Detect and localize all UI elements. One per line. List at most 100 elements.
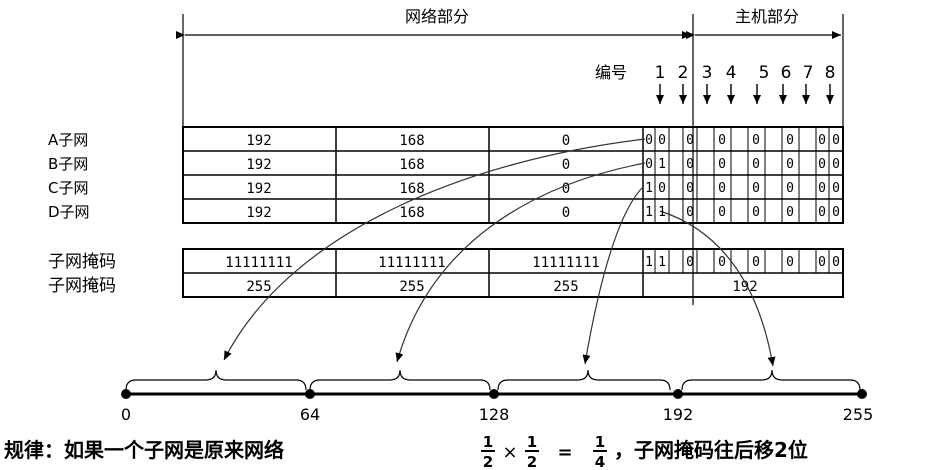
bit-cell: 0: [786, 205, 794, 220]
bit-number: 8: [825, 63, 836, 83]
bit-cell: 0: [718, 133, 726, 148]
equals-sign: =: [557, 442, 572, 463]
bit-cell: 0: [752, 133, 760, 148]
mapping-arrows: [223, 138, 776, 367]
bit-number: 4: [726, 63, 737, 83]
bit-number: 5: [759, 63, 770, 83]
range-braces: [125, 369, 861, 391]
bit-cell: 0: [786, 181, 794, 196]
bit-cell: 0: [818, 157, 826, 172]
subnet-table: [182, 126, 844, 224]
octet-cell: 0: [562, 181, 570, 197]
mask-bit-cell: 0: [686, 255, 694, 270]
octet-cell: 192: [246, 205, 271, 221]
times-sign: ×: [502, 442, 517, 463]
bit-cell: 0: [832, 133, 840, 148]
frac1-den: 2: [483, 453, 493, 470]
mask-decimal-octet: 255: [399, 279, 424, 295]
octet-cell: 168: [399, 133, 424, 149]
octet-cell: 168: [399, 181, 424, 197]
bit-cell: 0: [832, 157, 840, 172]
bit-cell: 0: [718, 205, 726, 220]
bit-cell: 0: [818, 181, 826, 196]
rule-suffix: ，子网掩码往后移2位: [614, 438, 808, 462]
tick-label: 128: [479, 405, 510, 424]
bit-cell: 0: [718, 157, 726, 172]
bit-cell: 1: [658, 205, 666, 220]
bit-cell: 0: [752, 181, 760, 196]
octet-cell: 0: [562, 133, 570, 149]
bit-cell: 0: [832, 181, 840, 196]
bit-number: 1: [655, 63, 666, 83]
frac2-den: 2: [527, 453, 537, 470]
numbering-bits: 1 2 3 4 5 6 7 8: [655, 63, 836, 83]
rule-text: 规律：如果一个子网是原来网络 1 2 × 1 2 = 1 4 ，子网掩码往后移2…: [4, 433, 808, 470]
mask-binary-octet: 11111111: [225, 255, 292, 271]
bit-number: 3: [702, 63, 713, 83]
mask-bit-cell: 0: [718, 255, 726, 270]
tick-label: 0: [121, 405, 131, 424]
down-arrows: [656, 84, 834, 104]
bit-cell: 0: [832, 205, 840, 220]
bit-cell: 0: [818, 205, 826, 220]
tick-label: 192: [663, 405, 694, 424]
bit-number: 6: [781, 63, 792, 83]
bit-cell: 0: [752, 157, 760, 172]
octet-cell: 192: [246, 133, 271, 149]
mask-bit-cell: 0: [832, 255, 840, 270]
frac3-den: 4: [595, 453, 605, 470]
mask-decimal-label: 子网掩码: [48, 276, 116, 296]
frac2-num: 1: [527, 433, 537, 451]
row-label: B子网: [48, 155, 88, 173]
bit-cell: 0: [686, 205, 694, 220]
octet-cell: 0: [562, 205, 570, 221]
bit-cell: 0: [645, 157, 653, 172]
row-label: A子网: [48, 131, 88, 149]
row-label: C子网: [48, 179, 88, 197]
bit-cell: 0: [686, 157, 694, 172]
octet-cell: 192: [246, 157, 271, 173]
tick-labels: 0 64 128 192 255: [121, 405, 873, 424]
mask-decimal-octet: 255: [246, 279, 271, 295]
mask-binary-label: 子网掩码: [48, 252, 116, 272]
tick-label: 64: [300, 405, 320, 424]
bit-cell: 0: [786, 157, 794, 172]
network-part-label: 网络部分: [405, 7, 469, 26]
octet-cell: 0: [562, 157, 570, 173]
frac1-num: 1: [483, 433, 493, 451]
rule-prefix: 规律：如果一个子网是原来网络: [4, 438, 284, 462]
subnet-diagram: 网络部分 主机部分 编号 1 2 3 4 5 6 7 8 A子网 192 168…: [4, 7, 873, 470]
host-part-label: 主机部分: [735, 7, 799, 26]
mask-bit-cell: 0: [818, 255, 826, 270]
number-line: [121, 389, 867, 399]
bit-cell: 0: [658, 133, 666, 148]
subnet-rows: A子网 192 168 0 B子网 192 168 0 C子网 192 168 …: [48, 131, 570, 221]
bit-cell: 0: [658, 181, 666, 196]
frac3-num: 1: [595, 433, 605, 451]
bit-cell: 0: [686, 181, 694, 196]
bit-number: 2: [678, 63, 689, 83]
octet-cell: 168: [399, 157, 424, 173]
octet-cell: 192: [246, 181, 271, 197]
numbering-label: 编号: [595, 63, 627, 82]
mask-bit-cell: 1: [645, 255, 653, 270]
bit-cell: 0: [752, 205, 760, 220]
bit-cell: 0: [718, 181, 726, 196]
mask-bit-cell: 1: [658, 255, 666, 270]
row-label: D子网: [48, 203, 90, 221]
bit-cell: 1: [645, 205, 653, 220]
mask-decimal-octet: 255: [553, 279, 578, 295]
bit-cell: 1: [645, 181, 653, 196]
bit-cell: 1: [658, 157, 666, 172]
bit-cell: 0: [686, 133, 694, 148]
bit-cell: 0: [645, 133, 653, 148]
bit-cell: 0: [786, 133, 794, 148]
mask-binary-octet: 11111111: [532, 255, 599, 271]
mask-binary-octet: 11111111: [378, 255, 445, 271]
bit-cell: 0: [818, 133, 826, 148]
tick-label: 255: [843, 405, 874, 424]
octet-cell: 168: [399, 205, 424, 221]
bit-number: 7: [803, 63, 814, 83]
mask-bit-cell: 0: [752, 255, 760, 270]
mask-bit-cell: 0: [786, 255, 794, 270]
